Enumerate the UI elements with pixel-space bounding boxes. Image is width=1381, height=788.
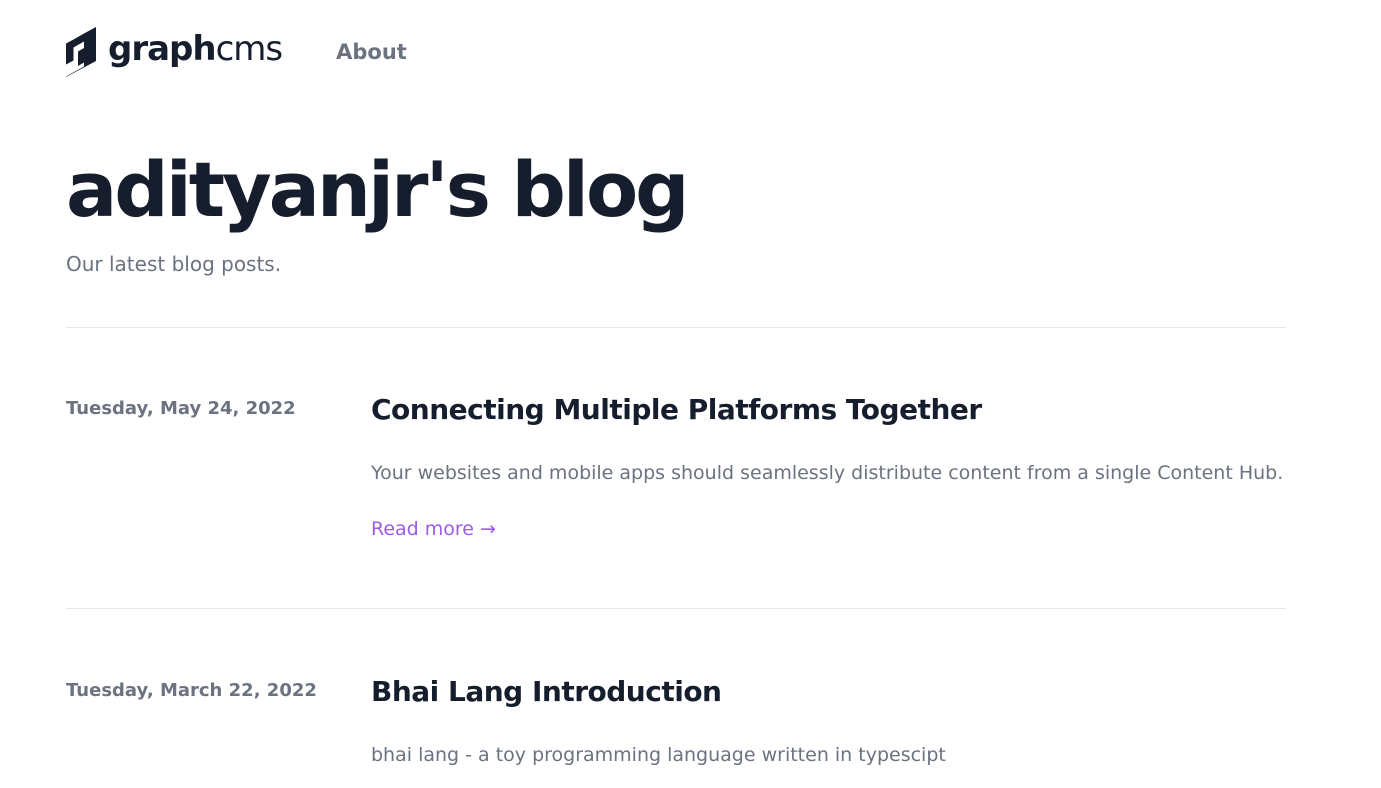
post-title-link[interactable]: Bhai Lang Introduction <box>371 678 1271 706</box>
post-body: Connecting Multiple Platforms Together Y… <box>371 396 1284 540</box>
logo-wordmark-cms: cms <box>215 29 284 69</box>
page-subtitle: Our latest blog posts. <box>66 251 282 276</box>
graphcms-logo-icon <box>66 27 96 77</box>
post-date: Tuesday, March 22, 2022 <box>66 680 317 701</box>
post-excerpt: bhai lang - a toy programming language w… <box>371 744 946 766</box>
read-more-link[interactable]: Read more → <box>371 518 496 540</box>
page-title: adityanjr's blog <box>66 145 690 234</box>
post-body: Bhai Lang Introduction bhai lang - a toy… <box>371 678 1271 767</box>
nav-link-about[interactable]: About <box>336 41 407 63</box>
graphcms-logo[interactable]: graphcms <box>66 27 284 77</box>
post-excerpt: Your websites and mobile apps should sea… <box>371 462 1284 484</box>
divider <box>66 327 1286 328</box>
logo-wordmark: graphcms <box>108 29 284 69</box>
logo-wordmark-graph: graph <box>108 29 217 69</box>
site-header: graphcms About <box>66 26 407 78</box>
post-date: Tuesday, May 24, 2022 <box>66 398 296 419</box>
divider <box>66 608 1286 609</box>
hero: adityanjr's blog Our latest blog posts. <box>66 145 690 276</box>
post-title-link[interactable]: Connecting Multiple Platforms Together <box>371 396 1271 424</box>
